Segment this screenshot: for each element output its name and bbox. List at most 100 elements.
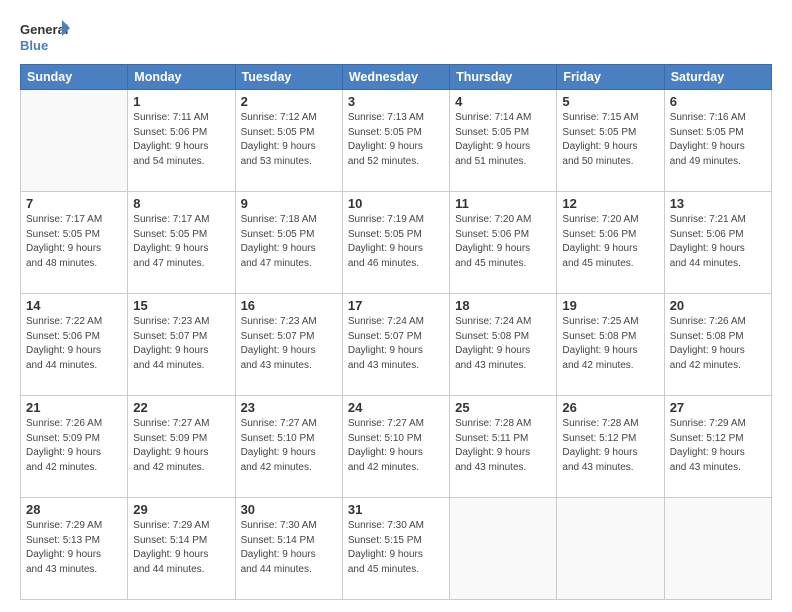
day-number: 23 (241, 400, 337, 415)
day-cell: 3 Sunrise: 7:13 AM Sunset: 5:05 PM Daylig… (342, 90, 449, 192)
week-row-1: 1 Sunrise: 7:11 AM Sunset: 5:06 PM Daylig… (21, 90, 772, 192)
day-cell: 26 Sunrise: 7:28 AM Sunset: 5:12 PM Dayli… (557, 396, 664, 498)
header: General Blue (20, 18, 772, 56)
day-info: Sunrise: 7:19 AM Sunset: 5:05 PM Dayligh… (348, 213, 444, 271)
day-info: Sunrise: 7:12 AM Sunset: 5:05 PM Dayligh… (241, 111, 337, 169)
day-info: Sunrise: 7:22 AM Sunset: 5:06 PM Dayligh… (26, 315, 122, 373)
day-cell: 11 Sunrise: 7:20 AM Sunset: 5:06 PM Dayli… (450, 192, 557, 294)
day-number: 24 (348, 400, 444, 415)
day-cell: 30 Sunrise: 7:30 AM Sunset: 5:14 PM Dayli… (235, 498, 342, 600)
day-info: Sunrise: 7:25 AM Sunset: 5:08 PM Dayligh… (562, 315, 658, 373)
day-number: 31 (348, 502, 444, 517)
day-info: Sunrise: 7:27 AM Sunset: 5:09 PM Dayligh… (133, 417, 229, 475)
col-header-thursday: Thursday (450, 65, 557, 90)
day-info: Sunrise: 7:20 AM Sunset: 5:06 PM Dayligh… (455, 213, 551, 271)
week-row-4: 21Sunrise: 7:26 AM Sunset: 5:09 PM Dayli… (21, 396, 772, 498)
day-number: 9 (241, 196, 337, 211)
col-header-sunday: Sunday (21, 65, 128, 90)
day-cell: 31 Sunrise: 7:30 AM Sunset: 5:15 PM Dayli… (342, 498, 449, 600)
day-cell: 7Sunrise: 7:17 AM Sunset: 5:05 PM Daylig… (21, 192, 128, 294)
day-info: Sunrise: 7:17 AM Sunset: 5:05 PM Dayligh… (26, 213, 122, 271)
day-info: Sunrise: 7:28 AM Sunset: 5:11 PM Dayligh… (455, 417, 551, 475)
day-cell: 2 Sunrise: 7:12 AM Sunset: 5:05 PM Daylig… (235, 90, 342, 192)
day-number: 12 (562, 196, 658, 211)
day-number: 29 (133, 502, 229, 517)
col-header-friday: Friday (557, 65, 664, 90)
day-info: Sunrise: 7:29 AM Sunset: 5:14 PM Dayligh… (133, 519, 229, 577)
day-number: 1 (133, 94, 229, 109)
logo-svg: General Blue (20, 18, 70, 56)
day-number: 15 (133, 298, 229, 313)
day-cell: 20Sunrise: 7:26 AM Sunset: 5:08 PM Dayli… (664, 294, 771, 396)
day-cell: 19 Sunrise: 7:25 AM Sunset: 5:08 PM Dayli… (557, 294, 664, 396)
day-info: Sunrise: 7:30 AM Sunset: 5:14 PM Dayligh… (241, 519, 337, 577)
day-number: 17 (348, 298, 444, 313)
day-cell: 27 Sunrise: 7:29 AM Sunset: 5:12 PM Dayli… (664, 396, 771, 498)
day-number: 16 (241, 298, 337, 313)
day-info: Sunrise: 7:29 AM Sunset: 5:13 PM Dayligh… (26, 519, 122, 577)
day-number: 10 (348, 196, 444, 211)
day-number: 18 (455, 298, 551, 313)
day-number: 2 (241, 94, 337, 109)
col-header-monday: Monday (128, 65, 235, 90)
week-row-3: 14 Sunrise: 7:22 AM Sunset: 5:06 PM Dayli… (21, 294, 772, 396)
svg-text:Blue: Blue (20, 38, 48, 53)
day-cell: 17 Sunrise: 7:24 AM Sunset: 5:07 PM Dayli… (342, 294, 449, 396)
day-cell (450, 498, 557, 600)
day-cell: 18 Sunrise: 7:24 AM Sunset: 5:08 PM Dayli… (450, 294, 557, 396)
col-header-tuesday: Tuesday (235, 65, 342, 90)
day-number: 6 (670, 94, 766, 109)
day-cell: 29 Sunrise: 7:29 AM Sunset: 5:14 PM Dayli… (128, 498, 235, 600)
day-number: 19 (562, 298, 658, 313)
day-number: 26 (562, 400, 658, 415)
day-number: 5 (562, 94, 658, 109)
day-cell (557, 498, 664, 600)
day-cell: 15 Sunrise: 7:23 AM Sunset: 5:07 PM Dayli… (128, 294, 235, 396)
day-cell: 22 Sunrise: 7:27 AM Sunset: 5:09 PM Dayli… (128, 396, 235, 498)
day-number: 25 (455, 400, 551, 415)
col-header-wednesday: Wednesday (342, 65, 449, 90)
day-info: Sunrise: 7:26 AM Sunset: 5:08 PM Dayligh… (670, 315, 766, 373)
day-cell: 8Sunrise: 7:17 AM Sunset: 5:05 PM Daylig… (128, 192, 235, 294)
day-info: Sunrise: 7:15 AM Sunset: 5:05 PM Dayligh… (562, 111, 658, 169)
day-cell: 21Sunrise: 7:26 AM Sunset: 5:09 PM Dayli… (21, 396, 128, 498)
day-info: Sunrise: 7:11 AM Sunset: 5:06 PM Dayligh… (133, 111, 229, 169)
day-cell: 6 Sunrise: 7:16 AM Sunset: 5:05 PM Daylig… (664, 90, 771, 192)
header-row: SundayMondayTuesdayWednesdayThursdayFrid… (21, 65, 772, 90)
day-info: Sunrise: 7:23 AM Sunset: 5:07 PM Dayligh… (133, 315, 229, 373)
day-cell: 4Sunrise: 7:14 AM Sunset: 5:05 PM Daylig… (450, 90, 557, 192)
week-row-2: 7Sunrise: 7:17 AM Sunset: 5:05 PM Daylig… (21, 192, 772, 294)
day-cell: 13Sunrise: 7:21 AM Sunset: 5:06 PM Dayli… (664, 192, 771, 294)
day-number: 30 (241, 502, 337, 517)
day-number: 8 (133, 196, 229, 211)
day-info: Sunrise: 7:24 AM Sunset: 5:08 PM Dayligh… (455, 315, 551, 373)
day-number: 22 (133, 400, 229, 415)
logo: General Blue (20, 18, 70, 56)
day-cell: 10 Sunrise: 7:19 AM Sunset: 5:05 PM Dayli… (342, 192, 449, 294)
col-header-saturday: Saturday (664, 65, 771, 90)
day-info: Sunrise: 7:13 AM Sunset: 5:05 PM Dayligh… (348, 111, 444, 169)
day-number: 27 (670, 400, 766, 415)
day-cell: 5 Sunrise: 7:15 AM Sunset: 5:05 PM Daylig… (557, 90, 664, 192)
day-info: Sunrise: 7:30 AM Sunset: 5:15 PM Dayligh… (348, 519, 444, 577)
day-info: Sunrise: 7:18 AM Sunset: 5:05 PM Dayligh… (241, 213, 337, 271)
day-info: Sunrise: 7:29 AM Sunset: 5:12 PM Dayligh… (670, 417, 766, 475)
day-cell: 25 Sunrise: 7:28 AM Sunset: 5:11 PM Dayli… (450, 396, 557, 498)
day-number: 3 (348, 94, 444, 109)
day-info: Sunrise: 7:14 AM Sunset: 5:05 PM Dayligh… (455, 111, 551, 169)
day-info: Sunrise: 7:28 AM Sunset: 5:12 PM Dayligh… (562, 417, 658, 475)
day-cell: 1 Sunrise: 7:11 AM Sunset: 5:06 PM Daylig… (128, 90, 235, 192)
day-info: Sunrise: 7:21 AM Sunset: 5:06 PM Dayligh… (670, 213, 766, 271)
day-cell: 28 Sunrise: 7:29 AM Sunset: 5:13 PM Dayli… (21, 498, 128, 600)
day-cell: 9 Sunrise: 7:18 AM Sunset: 5:05 PM Daylig… (235, 192, 342, 294)
day-number: 28 (26, 502, 122, 517)
day-number: 11 (455, 196, 551, 211)
svg-text:General: General (20, 22, 68, 37)
day-number: 14 (26, 298, 122, 313)
week-row-5: 28 Sunrise: 7:29 AM Sunset: 5:13 PM Dayli… (21, 498, 772, 600)
day-cell: 23Sunrise: 7:27 AM Sunset: 5:10 PM Dayli… (235, 396, 342, 498)
day-cell (21, 90, 128, 192)
day-cell: 12Sunrise: 7:20 AM Sunset: 5:06 PM Dayli… (557, 192, 664, 294)
day-info: Sunrise: 7:24 AM Sunset: 5:07 PM Dayligh… (348, 315, 444, 373)
day-info: Sunrise: 7:16 AM Sunset: 5:05 PM Dayligh… (670, 111, 766, 169)
